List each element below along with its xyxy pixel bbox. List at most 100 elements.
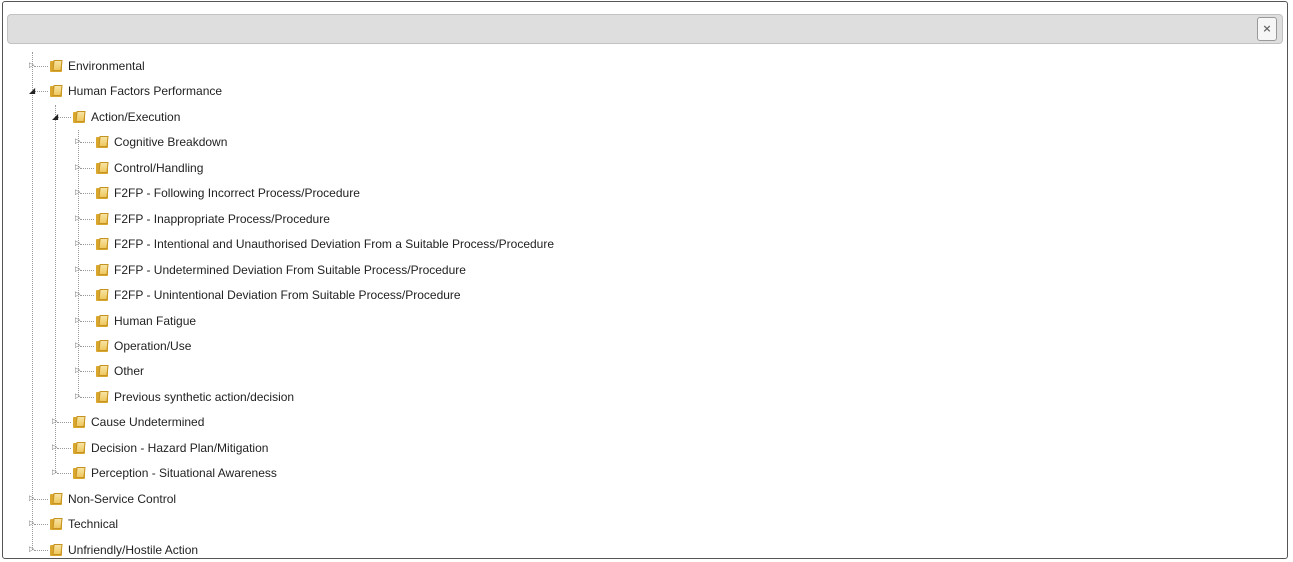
folder-icon (50, 543, 63, 556)
triangle-right-icon[interactable]: ▷ (75, 162, 82, 173)
tree-node[interactable]: ▷ Operation/Use (3, 338, 1203, 354)
folder-icon (96, 187, 109, 200)
folder-icon (73, 416, 86, 429)
tree-connector (34, 66, 48, 67)
folder-icon (96, 390, 109, 403)
triangle-right-icon[interactable]: ▷ (75, 365, 82, 376)
tree-node[interactable]: ▷ Environmental (3, 58, 1203, 74)
folder-icon (96, 289, 109, 302)
folder-icon (96, 263, 109, 276)
triangle-right-icon[interactable]: ▷ (75, 315, 82, 326)
triangle-down-icon[interactable]: ◢ (29, 85, 36, 96)
tree-node-label[interactable]: Human Fatigue (114, 313, 196, 329)
folder-icon (96, 365, 109, 378)
triangle-right-icon[interactable]: ▷ (29, 493, 36, 504)
tree-node-label[interactable]: F2FP - Following Incorrect Process/Proce… (114, 185, 360, 201)
triangle-right-icon[interactable]: ▷ (75, 213, 82, 224)
tree-node[interactable]: ▷ Previous synthetic action/decision (3, 389, 1203, 405)
tree-node-label[interactable]: Unfriendly/Hostile Action (68, 542, 198, 558)
triangle-down-icon[interactable]: ◢ (52, 111, 59, 122)
tree-node-label[interactable]: Control/Handling (114, 160, 203, 176)
tree-connector (80, 218, 94, 220)
triangle-right-icon[interactable]: ▷ (52, 467, 59, 478)
tree-connector (80, 396, 94, 398)
triangle-right-icon[interactable]: ▷ (75, 187, 82, 198)
tree-node[interactable]: ▷ Cause Undetermined (3, 414, 1203, 430)
triangle-right-icon[interactable]: ▷ (29, 544, 36, 555)
triangle-right-icon[interactable]: ▷ (75, 289, 82, 300)
tree-node[interactable]: ▷ Perception - Situational Awareness (3, 465, 1203, 481)
folder-icon (96, 339, 109, 352)
tree-node-label[interactable]: F2FP - Intentional and Unauthorised Devi… (114, 236, 554, 252)
tree-connector (80, 244, 94, 246)
tree-node[interactable]: ▷ F2FP - Inappropriate Process/Procedure (3, 211, 1203, 227)
tree-node-label[interactable]: Operation/Use (114, 338, 191, 354)
tree-node-label[interactable]: Perception - Situational Awareness (91, 465, 277, 481)
folder-icon (73, 467, 86, 480)
tree-node[interactable]: ▷ Control/Handling (3, 160, 1203, 176)
tree-node-label[interactable]: Human Factors Performance (68, 83, 222, 99)
tree-node[interactable]: ▷ F2FP - Undetermined Deviation From Suit… (3, 262, 1203, 278)
tree-node-label[interactable]: F2FP - Inappropriate Process/Procedure (114, 211, 330, 227)
folder-icon (50, 518, 63, 531)
tree-node-label[interactable]: F2FP - Unintentional Deviation From Suit… (114, 287, 461, 303)
category-tree: ▷ Environmental ◢ Human Factors Performance… (3, 2, 1287, 558)
tree-node-label[interactable]: Action/Execution (91, 109, 180, 125)
triangle-right-icon[interactable]: ▷ (52, 442, 59, 453)
tree-connector (57, 116, 71, 118)
tree-connector (80, 320, 94, 322)
tree-connector (80, 167, 94, 169)
tree-node-label[interactable]: Decision - Hazard Plan/Mitigation (91, 440, 268, 456)
tree-connector (57, 447, 71, 449)
tree-node[interactable]: ▷ Technical (3, 516, 1203, 532)
tree-connector (57, 422, 71, 424)
folder-icon (96, 212, 109, 225)
tree-node-label[interactable]: Other (114, 363, 144, 379)
tree-node[interactable]: ▷ Other (3, 363, 1203, 379)
triangle-right-icon[interactable]: ▷ (75, 340, 82, 351)
triangle-right-icon[interactable]: ▷ (29, 518, 36, 529)
folder-icon (50, 85, 63, 98)
tree-node-label[interactable]: F2FP - Undetermined Deviation From Suita… (114, 262, 466, 278)
tree-node[interactable]: ▷ F2FP - Intentional and Unauthorised Dev… (3, 236, 1203, 252)
tree-connector (34, 549, 48, 551)
tree-node[interactable]: ▷ Cognitive Breakdown (3, 134, 1203, 150)
tree-node[interactable]: ◢ Action/Execution (3, 109, 1203, 125)
tree-node-label[interactable]: Cognitive Breakdown (114, 134, 227, 150)
folder-icon (96, 238, 109, 251)
tree-node[interactable]: ▷ Decision - Hazard Plan/Mitigation (3, 440, 1203, 456)
tree-node-label[interactable]: Non-Service Control (68, 491, 176, 507)
tree-connector (80, 345, 94, 347)
triangle-right-icon[interactable]: ▷ (75, 391, 82, 402)
folder-icon (96, 161, 109, 174)
tree-connector (34, 524, 48, 526)
tree-node-label[interactable]: Cause Undetermined (91, 414, 204, 430)
tree-connector (80, 295, 94, 297)
tree-node-label[interactable]: Technical (68, 516, 118, 532)
tree-node[interactable]: ▷ F2FP - Unintentional Deviation From Sui… (3, 287, 1203, 303)
tree-connector (80, 371, 94, 373)
triangle-right-icon[interactable]: ▷ (75, 136, 82, 147)
folder-icon (96, 314, 109, 327)
tree-node[interactable]: ▷ Non-Service Control (3, 491, 1203, 507)
tree-connector (80, 142, 94, 144)
tree-node[interactable]: ▷ Unfriendly/Hostile Action (3, 542, 1203, 558)
tree-connector (34, 498, 48, 500)
folder-icon (73, 441, 86, 454)
folder-icon (96, 136, 109, 149)
tree-node[interactable]: ◢ Human Factors Performance (3, 83, 1203, 99)
tree-connector (34, 91, 48, 93)
tree-connector (80, 193, 94, 195)
triangle-right-icon[interactable]: ▷ (75, 238, 82, 249)
tree-node[interactable]: ▷ F2FP - Following Incorrect Process/Proc… (3, 185, 1203, 201)
triangle-right-icon[interactable]: ▷ (52, 416, 59, 427)
tree-connector (80, 269, 94, 271)
folder-icon (50, 60, 63, 72)
folder-icon (73, 110, 86, 123)
tree-node-label[interactable]: Previous synthetic action/decision (114, 389, 294, 405)
tree-connector (57, 473, 71, 475)
tree-node-label[interactable]: Environmental (68, 58, 145, 74)
triangle-right-icon[interactable]: ▷ (75, 264, 82, 275)
triangle-right-icon[interactable]: ▷ (29, 60, 36, 71)
tree-node[interactable]: ▷ Human Fatigue (3, 313, 1203, 329)
